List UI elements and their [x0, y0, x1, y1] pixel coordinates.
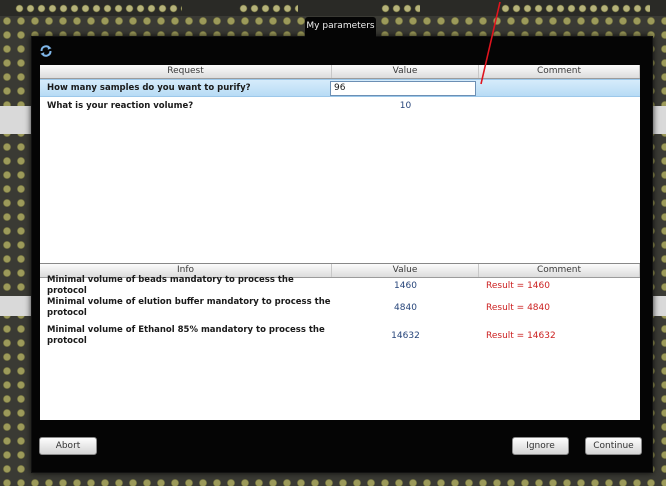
result-text: Result = 14632 — [486, 331, 556, 341]
table-row[interactable]: How many samples do you want to purify? — [40, 79, 640, 97]
request-label: How many samples do you want to purify? — [47, 82, 251, 93]
background-panel — [0, 106, 34, 134]
dialog-title: My parameters — [305, 17, 376, 37]
info-value: 1460 — [394, 281, 417, 291]
background-led-row — [238, 4, 298, 13]
table-row: Minimal volume of Ethanol 85% mandatory … — [40, 322, 640, 350]
abort-button[interactable]: Abort — [39, 437, 97, 455]
info-value: 14632 — [391, 331, 420, 341]
info-label: Minimal volume of Ethanol 85% mandatory … — [47, 325, 325, 346]
table-row: Minimal volume of elution buffer mandato… — [40, 294, 640, 322]
ignore-button[interactable]: Ignore — [512, 437, 569, 455]
request-label: What is your reaction volume? — [47, 100, 194, 111]
info-label: Minimal volume of elution buffer mandato… — [47, 297, 331, 318]
header-request: Request — [40, 65, 332, 78]
reaction-volume-value[interactable]: 10 — [332, 101, 479, 111]
header-comment: Comment — [479, 65, 640, 78]
result-text: Result = 1460 — [486, 281, 550, 291]
info-value: 4840 — [394, 303, 417, 313]
refresh-icon[interactable] — [39, 44, 53, 58]
background-led-row — [500, 4, 650, 13]
background-panel — [652, 296, 666, 316]
header-comment: Comment — [479, 264, 640, 277]
background-panel — [0, 296, 34, 316]
background-led-row — [14, 4, 182, 13]
header-value: Value — [332, 65, 479, 78]
header-value: Value — [332, 264, 479, 277]
background-toolbar — [0, 0, 666, 16]
table-row: Minimal volume of beads mandatory to pro… — [40, 275, 640, 296]
continue-button[interactable]: Continue — [585, 437, 642, 455]
request-table: Request Value Comment How many samples d… — [40, 65, 640, 263]
samples-input[interactable] — [330, 80, 476, 96]
request-table-header: Request Value Comment — [40, 65, 640, 79]
background-panel — [652, 106, 666, 134]
info-table: Info Value Comment Minimal volume of bea… — [40, 263, 640, 420]
table-row[interactable]: What is your reaction volume? 10 — [40, 97, 640, 115]
info-label: Minimal volume of beads mandatory to pro… — [47, 275, 294, 296]
result-text: Result = 4840 — [486, 303, 550, 313]
background-led-row — [380, 4, 420, 13]
